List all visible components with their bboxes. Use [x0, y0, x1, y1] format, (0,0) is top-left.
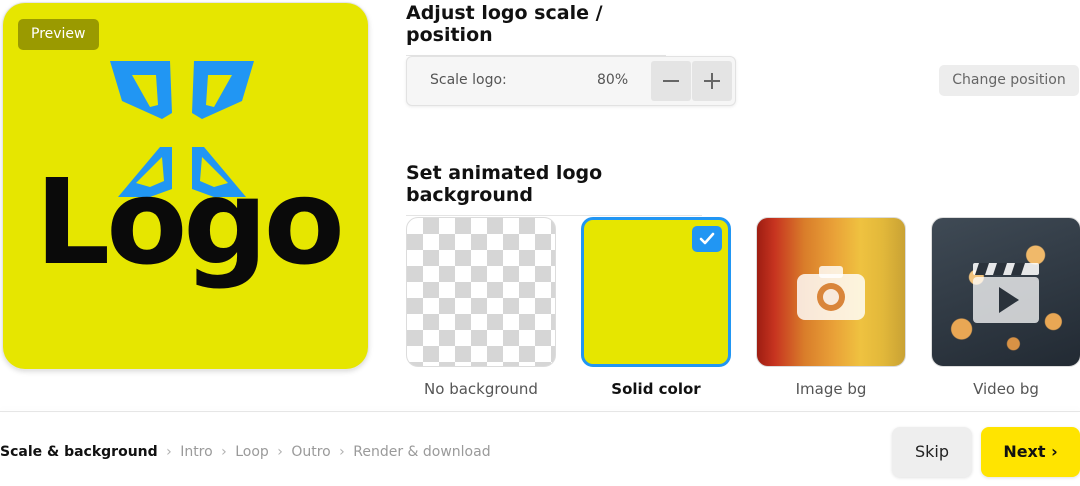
scale-increase-button[interactable]: [692, 61, 732, 101]
bg-option-video[interactable]: [931, 217, 1080, 367]
scale-label: Scale logo:: [430, 72, 507, 88]
preview-badge: Preview: [18, 19, 99, 50]
clapperboard-icon: [973, 263, 1039, 323]
change-position-button[interactable]: Change position: [939, 65, 1079, 96]
breadcrumb-step-render[interactable]: Render & download: [353, 444, 490, 460]
bg-option-none-label: No background: [424, 380, 538, 398]
breadcrumb-step-intro[interactable]: Intro: [180, 444, 213, 460]
bg-option-solid-label: Solid color: [611, 380, 701, 398]
logo-text: Logo: [35, 153, 345, 291]
scale-control: Scale logo: 80%: [406, 56, 736, 106]
minus-icon: [663, 80, 679, 82]
footer-divider: [0, 411, 1080, 412]
checkmark-icon: [692, 226, 722, 252]
breadcrumb: Scale & background › Intro › Loop › Outr…: [0, 444, 491, 460]
bg-option-image-label: Image bg: [795, 380, 867, 398]
bg-option-video-label: Video bg: [973, 380, 1039, 398]
breadcrumb-separator: ›: [277, 444, 283, 460]
breadcrumb-separator: ›: [339, 444, 345, 460]
breadcrumb-step-scale: Scale & background: [0, 444, 158, 460]
camera-icon: [797, 266, 865, 320]
breadcrumb-separator: ›: [166, 444, 172, 460]
breadcrumb-separator: ›: [221, 444, 227, 460]
plus-icon: [704, 73, 720, 89]
bg-option-none[interactable]: [406, 217, 556, 367]
next-button[interactable]: Next ›: [981, 427, 1080, 477]
scale-decrease-button[interactable]: [651, 61, 691, 101]
skip-button[interactable]: Skip: [892, 427, 972, 477]
breadcrumb-step-outro[interactable]: Outro: [291, 444, 330, 460]
background-section-title: Set animated logo background: [406, 162, 702, 216]
logo-preview: Preview Logo: [3, 3, 368, 369]
scale-section-title: Adjust logo scale / position: [406, 2, 666, 56]
bg-option-solid[interactable]: [581, 217, 731, 367]
scale-value: 80%: [597, 72, 629, 88]
breadcrumb-step-loop[interactable]: Loop: [235, 444, 269, 460]
bg-option-image[interactable]: [756, 217, 906, 367]
